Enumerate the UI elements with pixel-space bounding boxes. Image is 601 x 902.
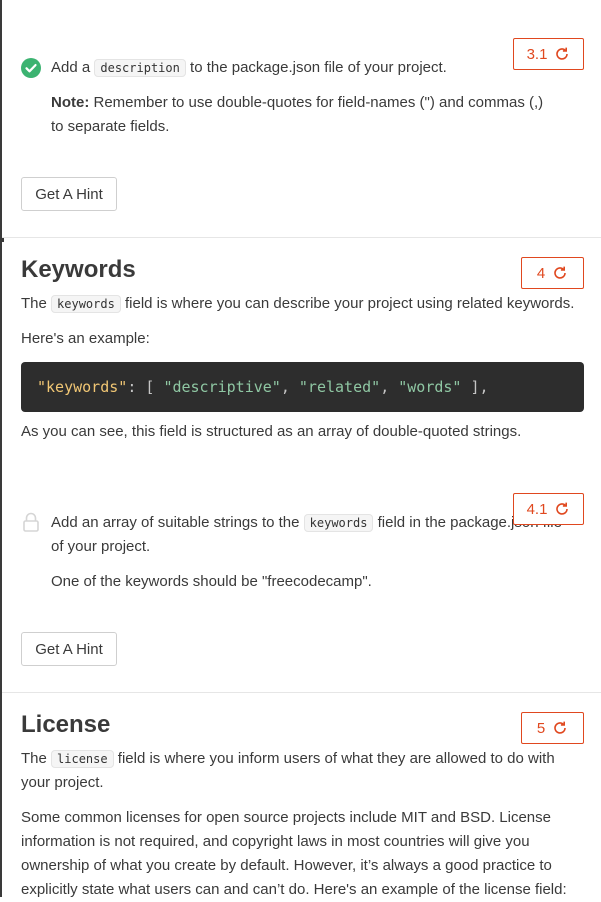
left-border: [0, 0, 2, 897]
reset-icon: [554, 266, 566, 279]
reset-step-4-button[interactable]: 4: [521, 257, 584, 289]
step-4-badge: 4: [536, 264, 546, 282]
license-intro: The license field is where you inform us…: [21, 750, 555, 791]
example-label: Here's an example:: [21, 330, 150, 347]
reset-icon: [554, 721, 566, 734]
section-divider: [2, 237, 601, 238]
reset-icon: [556, 502, 569, 515]
inline-code-keywords: keywords: [51, 295, 121, 313]
step-3-1-instruction: Add a description to the package.json fi…: [51, 59, 447, 77]
check-circle-icon: [21, 58, 41, 78]
step-5-badge: 5: [536, 719, 546, 737]
section-divider: [2, 692, 601, 693]
lock-icon: [23, 512, 39, 532]
step-4-1-instruction: Add an array of suitable strings to the …: [51, 514, 562, 555]
inline-code-keywords: keywords: [303, 514, 374, 532]
get-hint-button-3-1[interactable]: Get A Hint: [21, 177, 117, 211]
note-text: Remember to use double-quotes for field-…: [51, 94, 544, 135]
get-hint-button-4-1[interactable]: Get A Hint: [21, 632, 117, 666]
step-4-1-requirement: One of the keywords should be "freecodec…: [51, 573, 372, 590]
inline-code-license: license: [51, 750, 114, 768]
reset-icon: [556, 47, 569, 60]
note-label: Note:: [51, 94, 90, 111]
keywords-heading: Keywords: [21, 256, 136, 283]
step-4-1-badge: 4.1: [526, 500, 548, 518]
license-paragraph: Some common licenses for open source pro…: [21, 809, 567, 898]
keywords-intro: The keywords field is where you can desc…: [21, 295, 575, 313]
keywords-after-code: As you can see, this field is structured…: [21, 423, 522, 440]
inline-code-description: description: [94, 59, 186, 77]
reset-step-3-1-button[interactable]: 3.1: [513, 38, 584, 70]
reset-step-5-button[interactable]: 5: [521, 712, 584, 744]
license-heading: License: [21, 711, 111, 738]
step-3-1-badge: 3.1: [526, 45, 548, 63]
reset-step-4-1-button[interactable]: 4.1: [513, 493, 584, 525]
keywords-code-example: "keywords": [ "descriptive", "related", …: [21, 362, 584, 412]
step-3-1-note: Note: Remember to use double-quotes for …: [51, 91, 551, 139]
